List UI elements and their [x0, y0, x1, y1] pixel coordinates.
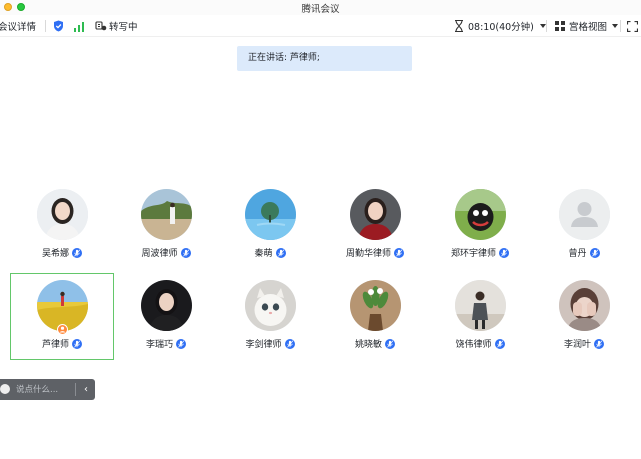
participant-name: 饶伟律师: [455, 340, 492, 350]
mic-icon: [284, 338, 295, 349]
mic-icon: [180, 247, 191, 258]
participant-name: 周波律师: [141, 249, 178, 259]
active-speaker-banner: 正在讲话: 芦律师;: [237, 46, 412, 71]
avatar: [245, 189, 296, 240]
participant-tile[interactable]: 周勤华律师: [323, 186, 427, 268]
participant-tile[interactable]: 饶伟律师: [428, 277, 532, 359]
participant-name: 李润叶: [563, 340, 591, 350]
toolbar-divider: [546, 20, 547, 32]
participant-name: 姚晓敏: [354, 340, 382, 350]
view-mode-button[interactable]: 宫格视图: [555, 19, 619, 33]
participant-tile[interactable]: 李润叶: [532, 277, 636, 359]
chevron-left-icon[interactable]: ‹: [80, 383, 92, 396]
chat-bar: ‹: [0, 379, 95, 400]
avatar: [559, 189, 610, 240]
network-status[interactable]: [73, 19, 85, 33]
participant-tile[interactable]: 郑环宇律师: [428, 186, 532, 268]
chat-emoji-icon[interactable]: [0, 384, 10, 394]
avatar: [245, 280, 296, 331]
mic-icon: [594, 338, 604, 349]
participant-name-row: 芦律师: [10, 337, 114, 350]
mic-icon: [176, 338, 186, 349]
view-mode-label: 宫格视图: [569, 22, 608, 33]
transcribe-button[interactable]: 转写中: [95, 19, 138, 33]
chat-input[interactable]: [16, 383, 73, 396]
participant-tile[interactable]: 曾丹: [532, 186, 636, 268]
meeting-details-button[interactable]: 会议详情: [0, 19, 36, 33]
transcribe-label: 转写中: [109, 22, 138, 33]
participant-name: 曾丹: [568, 249, 587, 259]
participant-name: 芦律师: [41, 340, 69, 350]
signal-icon: [74, 21, 84, 32]
avatar: [350, 280, 401, 331]
avatar: [559, 280, 610, 331]
mic-icon: [394, 247, 404, 258]
participant-name: 周勤华律师: [345, 249, 391, 259]
participant-name-row: 姚晓敏: [323, 337, 427, 350]
participant-tile[interactable]: 姚晓敏: [323, 277, 427, 359]
meeting-details-label: 会议详情: [0, 22, 37, 33]
participant-tile[interactable]: 李剑律师: [218, 277, 322, 359]
transcribe-icon: [95, 21, 107, 31]
window-title-bar: 腾讯会议: [0, 0, 641, 15]
participant-name-row: 曾丹: [532, 246, 636, 259]
avatar: [455, 189, 506, 240]
meeting-time: 08:10(40分钟): [468, 22, 534, 33]
mic-icon: [494, 338, 505, 349]
avatar: [455, 280, 506, 331]
toolbar-divider: [620, 20, 621, 32]
participant-name-row: 周勤华律师: [323, 246, 427, 259]
avatar: [37, 189, 88, 240]
participant-tile[interactable]: 秦萌: [218, 186, 322, 268]
grid-view-icon: [555, 21, 565, 31]
participant-name: 李瑞巧: [145, 340, 173, 350]
hourglass-icon: [455, 20, 463, 32]
mic-icon: [275, 247, 286, 258]
participant-name: 秦萌: [254, 249, 273, 259]
participant-name: 郑环宇律师: [450, 249, 496, 259]
avatar: [350, 189, 401, 240]
participant-tile[interactable]: 李瑞巧: [114, 277, 218, 359]
participant-tile[interactable]: 周波律师: [114, 186, 218, 268]
participant-tile[interactable]: 芦律师: [10, 277, 114, 359]
toolbar-divider: [45, 20, 46, 32]
participant-name-row: 秦萌: [218, 246, 322, 259]
window-title: 腾讯会议: [301, 4, 340, 15]
chevron-down-icon: [539, 24, 546, 28]
meeting-timer[interactable]: 08:10(40分钟): [454, 19, 546, 33]
mic-icon: [385, 338, 395, 349]
participant-name-row: 李剑律师: [218, 337, 322, 350]
participant-name-row: 吴希娜: [10, 246, 114, 259]
mic-icon: [72, 338, 82, 349]
participant-tile[interactable]: 吴希娜: [10, 186, 114, 268]
mic-icon: [72, 247, 82, 258]
shield-icon: [54, 20, 63, 32]
avatar: [141, 280, 192, 331]
mic-icon: [589, 247, 600, 258]
security-button[interactable]: [53, 19, 64, 33]
participant-name-row: 饶伟律师: [428, 337, 532, 350]
chat-divider: [75, 383, 76, 396]
participant-name-row: 周波律师: [114, 246, 218, 259]
participant-name: 吴希娜: [41, 249, 69, 259]
chevron-down-icon: [612, 24, 619, 28]
participant-name-row: 郑环宇律师: [428, 246, 532, 259]
avatar: [141, 189, 192, 240]
participant-name-row: 李润叶: [532, 337, 636, 350]
meeting-toolbar: 会议详情 转写中 08:10(40分钟) 宫格视图: [0, 16, 641, 37]
participant-name: 李剑律师: [245, 340, 282, 350]
mic-icon: [499, 247, 509, 258]
participant-name-row: 李瑞巧: [114, 337, 218, 350]
host-icon: [57, 324, 68, 335]
fullscreen-icon: [627, 20, 638, 32]
fullscreen-button[interactable]: [627, 19, 638, 33]
